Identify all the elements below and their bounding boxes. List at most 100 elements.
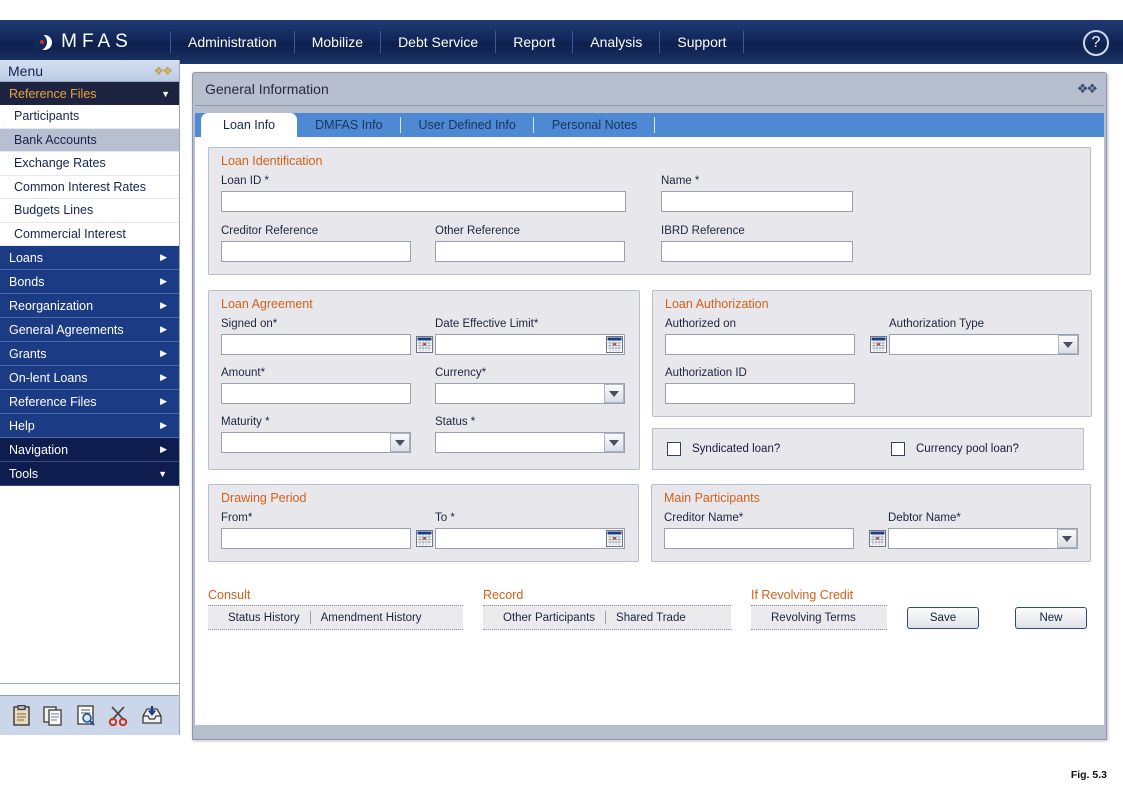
creditor-name-label: Creditor Name* — [664, 512, 888, 524]
revolving-terms-link[interactable]: Revolving Terms — [761, 612, 866, 624]
checkbox-square[interactable] — [891, 442, 905, 456]
sidebar-item-reference-files-active[interactable]: Reference Files ▼ — [0, 82, 179, 105]
debtor-name-input[interactable] — [888, 528, 1078, 549]
clipboard-icon[interactable] — [12, 705, 31, 726]
nav-item-report[interactable]: Report — [496, 31, 573, 53]
sidebar-item-budgets-lines[interactable]: Budgets Lines — [0, 199, 179, 223]
sidebar-group-loans[interactable]: Loans ▶ — [0, 246, 179, 270]
status-field — [435, 432, 625, 453]
tab-dmfas-info[interactable]: DMFAS Info — [297, 113, 400, 137]
chevron-down-icon[interactable] — [1058, 335, 1078, 354]
to-input[interactable] — [435, 528, 625, 549]
loan-id-input[interactable] — [221, 191, 626, 212]
authorization-type-label: Authorization Type — [889, 318, 1079, 330]
creditor-name-input[interactable] — [664, 528, 854, 549]
chevron-down-icon[interactable] — [604, 433, 624, 452]
four-square-icon[interactable]: ❖❖ — [153, 64, 171, 78]
other-reference-input[interactable] — [435, 241, 625, 262]
sidebar-item-exchange-rates[interactable]: Exchange Rates — [0, 152, 179, 176]
search-document-icon[interactable] — [76, 705, 96, 726]
name-label: Name * — [661, 175, 853, 187]
record-group: Record Other Participants Shared Trade — [483, 588, 731, 630]
sidebar-item-bank-accounts[interactable]: Bank Accounts — [0, 129, 179, 153]
tab-label: User Defined Info — [419, 118, 516, 132]
calendar-icon[interactable] — [606, 530, 623, 547]
sidebar-group-bonds[interactable]: Bonds ▶ — [0, 270, 179, 294]
sidebar-group-reference-files[interactable]: Reference Files ▶ — [0, 390, 179, 414]
copy-icon[interactable] — [43, 705, 64, 726]
tab-personal-notes[interactable]: Personal Notes — [534, 113, 655, 137]
chevron-right-icon: ▶ — [160, 348, 167, 359]
sidebar-sub-label: Commercial Interest — [14, 227, 126, 241]
status-history-link[interactable]: Status History — [218, 612, 310, 624]
help-icon[interactable]: ? — [1083, 30, 1109, 56]
nav-item-mobilize[interactable]: Mobilize — [295, 31, 381, 53]
tab-loan-info[interactable]: Loan Info — [201, 113, 297, 137]
section-title: Main Participants — [664, 485, 1078, 512]
nav-item-administration[interactable]: Administration — [170, 31, 295, 53]
other-participants-link[interactable]: Other Participants — [493, 612, 605, 624]
authorization-id-input[interactable] — [665, 383, 855, 404]
sidebar-item-participants[interactable]: Participants — [0, 105, 179, 129]
creditor-reference-input[interactable] — [221, 241, 411, 262]
checkbox-square[interactable] — [667, 442, 681, 456]
chevron-down-icon[interactable] — [604, 384, 624, 403]
status-input[interactable] — [435, 432, 625, 453]
chevron-right-icon: ▶ — [160, 276, 167, 287]
calendar-icon[interactable] — [416, 530, 433, 547]
new-button[interactable]: New — [1015, 607, 1087, 629]
sidebar-item-common-interest-rates[interactable]: Common Interest Rates — [0, 176, 179, 200]
four-square-icon[interactable]: ❖❖ — [1077, 81, 1096, 97]
sidebar-group-label: General Agreements — [9, 323, 124, 337]
amount-input[interactable] — [221, 383, 411, 404]
currency-input[interactable] — [435, 383, 625, 404]
sidebar-item-commercial-interest[interactable]: Commercial Interest — [0, 223, 179, 247]
calendar-icon[interactable] — [416, 336, 433, 353]
drawing-period-section: Drawing Period From* — [208, 484, 639, 562]
scissors-icon[interactable] — [108, 705, 129, 726]
sidebar-sub-label: Exchange Rates — [14, 156, 106, 170]
logo-text: MFAS — [61, 31, 133, 53]
sidebar-group-reorganization[interactable]: Reorganization ▶ — [0, 294, 179, 318]
save-inbox-icon[interactable] — [141, 705, 163, 726]
tab-label: DMFAS Info — [315, 118, 382, 132]
authorization-type-input[interactable] — [889, 334, 1079, 355]
calendar-icon[interactable] — [870, 336, 887, 353]
tab-user-defined-info[interactable]: User Defined Info — [401, 113, 534, 137]
from-label: From* — [221, 512, 435, 524]
ibrd-reference-input[interactable] — [661, 241, 853, 262]
nav-item-analysis[interactable]: Analysis — [573, 31, 660, 53]
name-input[interactable] — [661, 191, 853, 212]
sidebar-group-label: Reorganization — [9, 299, 93, 313]
chevron-down-icon[interactable] — [390, 433, 410, 452]
sidebar-group-grants[interactable]: Grants ▶ — [0, 342, 179, 366]
maturity-input[interactable] — [221, 432, 411, 453]
shared-trade-link[interactable]: Shared Trade — [606, 612, 696, 624]
app-logo: MFAS — [0, 31, 170, 53]
save-button[interactable]: Save — [907, 607, 979, 629]
sidebar-group-label: Reference Files — [9, 395, 97, 409]
nav-item-debt-service[interactable]: Debt Service — [381, 31, 496, 53]
chevron-down-icon[interactable] — [1057, 529, 1077, 548]
tab-separator — [654, 117, 655, 133]
authorized-on-label: Authorized on — [665, 318, 889, 330]
sidebar-group-general-agreements[interactable]: General Agreements ▶ — [0, 318, 179, 342]
maturity-field — [221, 432, 411, 453]
date-effective-limit-input[interactable] — [435, 334, 625, 355]
amendment-history-link[interactable]: Amendment History — [311, 612, 432, 624]
sidebar-group-on-lent-loans[interactable]: On-lent Loans ▶ — [0, 366, 179, 390]
sidebar-group-help[interactable]: Help ▶ — [0, 414, 179, 438]
calendar-icon[interactable] — [606, 336, 623, 353]
creditor-name-field — [664, 528, 888, 549]
sidebar-group-tools[interactable]: Tools ▼ — [0, 462, 179, 486]
syndicated-loan-checkbox[interactable]: Syndicated loan? — [667, 442, 891, 456]
form-buttons: Save New — [907, 607, 1087, 630]
sidebar-group-navigation[interactable]: Navigation ▶ — [0, 438, 179, 462]
crescent-moon-icon — [37, 35, 52, 50]
from-input[interactable] — [221, 528, 411, 549]
nav-item-support[interactable]: Support — [660, 31, 744, 53]
calendar-icon[interactable] — [869, 530, 886, 547]
authorized-on-input[interactable] — [665, 334, 855, 355]
currency-pool-loan-checkbox[interactable]: Currency pool loan? — [891, 442, 1019, 456]
signed-on-input[interactable] — [221, 334, 411, 355]
